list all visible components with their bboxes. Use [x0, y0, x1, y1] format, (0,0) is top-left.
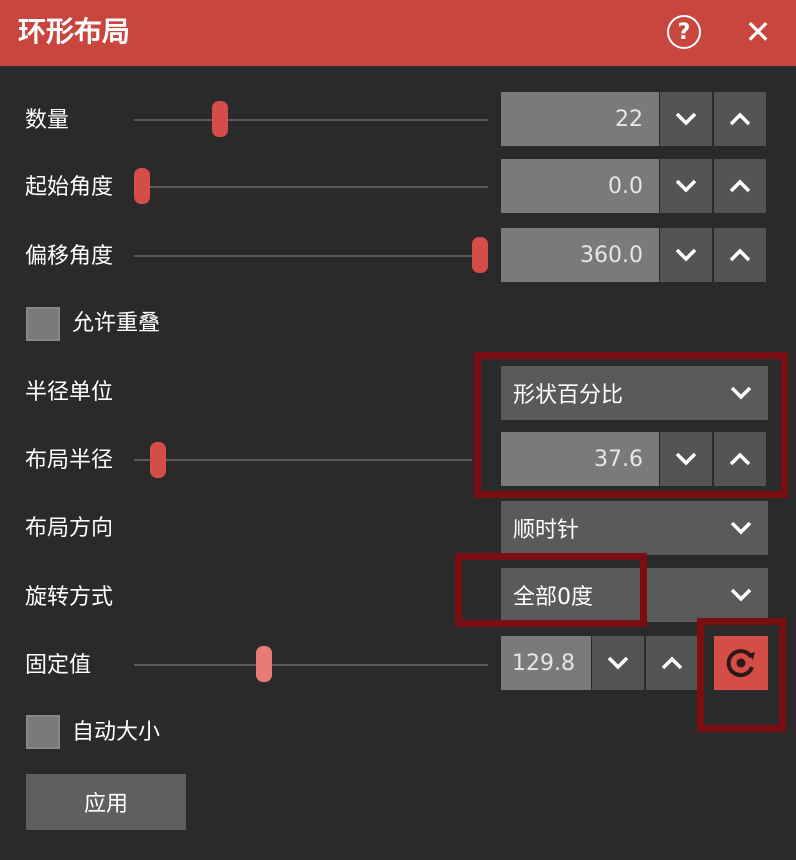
help-button[interactable]: ? — [667, 15, 701, 49]
allow-overlap-label: 允许重叠 — [72, 311, 161, 336]
start-angle-decrement-button[interactable] — [660, 159, 712, 213]
allow-overlap-checkbox[interactable] — [26, 307, 60, 341]
fixed-value-label: 固定值 — [25, 653, 92, 678]
count-slider-track[interactable] — [134, 119, 488, 121]
start-angle-input[interactable]: 0.0 — [501, 159, 659, 213]
start-angle-label: 起始角度 — [25, 175, 114, 200]
chevron-down-icon — [730, 588, 752, 602]
chevron-up-icon — [729, 179, 751, 193]
count-label: 数量 — [25, 108, 70, 133]
highlight-box-reset — [697, 618, 786, 732]
start-angle-slider-track[interactable] — [134, 186, 488, 188]
count-slider-thumb[interactable] — [211, 101, 228, 137]
window-title: 环形布局 — [18, 15, 131, 48]
layout-direction-label: 布局方向 — [25, 516, 114, 541]
highlight-box-radius — [474, 352, 788, 498]
offset-angle-label: 偏移角度 — [25, 244, 114, 269]
count-input[interactable]: 22 — [501, 92, 659, 146]
chevron-down-icon — [675, 112, 697, 126]
chevron-down-icon — [730, 521, 752, 535]
fixed-value-increment-button[interactable] — [646, 636, 698, 690]
chevron-down-icon — [675, 248, 697, 262]
chevron-up-icon — [729, 248, 751, 262]
layout-radius-slider-track[interactable] — [134, 459, 472, 461]
start-angle-increment-button[interactable] — [714, 159, 766, 213]
count-decrement-button[interactable] — [660, 92, 712, 146]
help-icon: ? — [677, 19, 691, 45]
auto-size-checkbox[interactable] — [26, 715, 60, 749]
fixed-value-slider-thumb[interactable] — [255, 646, 272, 682]
count-increment-button[interactable] — [714, 92, 766, 146]
offset-angle-decrement-button[interactable] — [660, 228, 712, 282]
settings-panel: 数量 22 起始角度 0.0 偏移角度 360.0 允许重叠 半径单位 形状百分… — [0, 66, 796, 860]
offset-angle-input[interactable]: 360.0 — [501, 228, 659, 282]
close-icon: ✕ — [744, 13, 772, 51]
offset-angle-slider-thumb[interactable] — [472, 237, 488, 273]
chevron-up-icon — [729, 112, 751, 126]
close-button[interactable]: ✕ — [738, 10, 778, 54]
radius-unit-label: 半径单位 — [25, 380, 114, 405]
fixed-value-decrement-button[interactable] — [592, 636, 644, 690]
start-angle-slider-thumb[interactable] — [134, 168, 150, 204]
layout-radius-slider-thumb[interactable] — [150, 442, 167, 478]
apply-button[interactable]: 应用 — [26, 774, 186, 830]
fixed-value-input[interactable]: 129.8 — [501, 636, 591, 690]
layout-direction-selected: 顺时针 — [513, 518, 580, 543]
layout-radius-label: 布局半径 — [25, 448, 114, 473]
fixed-value-slider-track[interactable] — [134, 664, 488, 666]
title-bar: 环形布局 ? ✕ — [0, 0, 796, 66]
chevron-up-icon — [661, 656, 683, 670]
chevron-down-icon — [607, 656, 629, 670]
offset-angle-increment-button[interactable] — [714, 228, 766, 282]
highlight-box-rotation — [455, 553, 647, 627]
chevron-down-icon — [675, 179, 697, 193]
layout-direction-dropdown[interactable]: 顺时针 — [501, 501, 768, 555]
rotation-mode-label: 旋转方式 — [25, 585, 114, 610]
offset-angle-slider-track[interactable] — [134, 255, 488, 257]
auto-size-label: 自动大小 — [72, 720, 161, 745]
